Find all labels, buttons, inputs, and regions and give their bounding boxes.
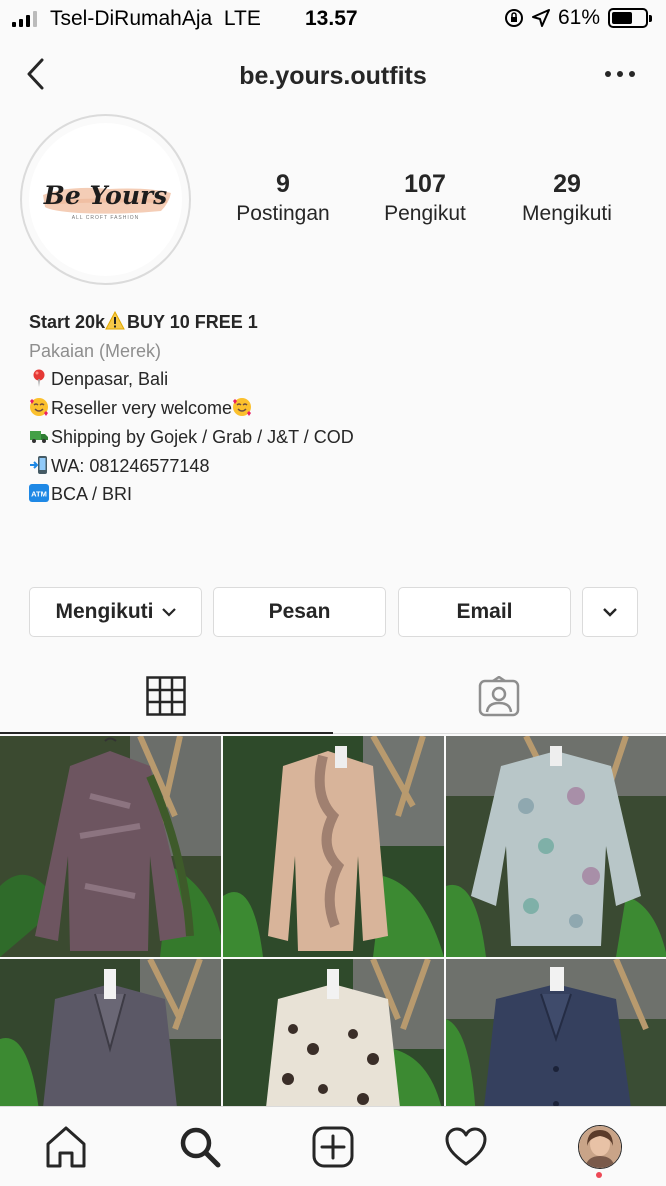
location-arrow-icon xyxy=(531,9,550,27)
logo-text: Be Yours xyxy=(43,181,168,210)
post-thumbnail[interactable] xyxy=(0,736,221,957)
tab-divider xyxy=(333,733,666,734)
battery-icon xyxy=(608,8,652,28)
page-title: be.yours.outfits xyxy=(239,62,427,90)
profile-tabs xyxy=(0,664,666,734)
stat-following-count: 29 xyxy=(553,170,581,198)
bio-reseller: Reseller very welcome xyxy=(29,394,649,423)
message-button-label: Pesan xyxy=(268,600,331,623)
stat-following-label: Mengikuti xyxy=(522,202,612,225)
brand-logo: Be Yours ALL CROFT FASHION xyxy=(29,123,182,276)
chevron-down-icon xyxy=(603,608,617,617)
notification-dot xyxy=(596,1172,602,1178)
post-thumbnail[interactable] xyxy=(0,959,221,1106)
active-tab-indicator xyxy=(0,732,333,734)
clock: 13.57 xyxy=(305,7,358,30)
profile-stats: 9 Postingan 107 Pengikut 29 Mengikuti xyxy=(208,170,648,240)
stat-posts-label: Postingan xyxy=(236,202,330,225)
warning-emoji-icon xyxy=(105,311,125,330)
pin-emoji-icon xyxy=(33,369,45,388)
signal-strength-icon xyxy=(12,11,37,27)
email-button-label: Email xyxy=(456,600,513,623)
svg-text:ATM: ATM xyxy=(31,490,47,499)
bio-bank: ATM BCA / BRI xyxy=(29,480,649,509)
post-thumbnail[interactable] xyxy=(446,736,666,957)
smiling-hearts-emoji-icon xyxy=(30,398,48,417)
status-bar: Tsel-DiRumahAja LTE 13.57 61% xyxy=(0,0,666,38)
stat-followers[interactable]: 107 Pengikut xyxy=(360,170,490,226)
search-icon[interactable] xyxy=(178,1125,222,1169)
chevron-down-icon xyxy=(161,608,176,617)
tagged-person-icon[interactable] xyxy=(478,676,520,718)
message-button[interactable]: Pesan xyxy=(213,587,386,637)
post-grid xyxy=(0,736,666,1106)
orientation-lock-icon xyxy=(504,9,523,27)
following-button-label: Mengikuti xyxy=(55,600,154,623)
battery-percent: 61% xyxy=(557,6,600,29)
carrier-label: Tsel-DiRumahAja LTE xyxy=(50,7,261,30)
add-post-icon[interactable] xyxy=(311,1125,355,1169)
profile-avatar[interactable]: Be Yours ALL CROFT FASHION xyxy=(20,114,191,285)
bio-shipping: Shipping by Gojek / Grab / J&T / COD xyxy=(29,423,649,452)
logo-subtext: ALL CROFT FASHION xyxy=(71,215,140,221)
battery-fill xyxy=(612,12,632,24)
bio-whatsapp[interactable]: WA: 081246577148 xyxy=(29,452,649,481)
home-icon[interactable] xyxy=(44,1125,88,1169)
stat-followers-label: Pengikut xyxy=(384,202,466,225)
post-thumbnail[interactable] xyxy=(223,736,444,957)
bio-headline: Start 20k BUY 10 FREE 1 xyxy=(29,311,258,332)
truck-emoji-icon xyxy=(30,430,48,443)
atm-emoji-icon: ATM xyxy=(29,484,49,503)
stat-followers-count: 107 xyxy=(404,170,446,198)
profile-bio: Start 20k BUY 10 FREE 1 Pakaian (Merek) D… xyxy=(29,308,649,509)
following-button[interactable]: Mengikuti xyxy=(29,587,202,637)
bio-category: Pakaian (Merek) xyxy=(29,340,162,361)
grid-icon[interactable] xyxy=(146,676,186,716)
phone-arrow-emoji-icon xyxy=(30,455,47,474)
bottom-navigation xyxy=(0,1106,666,1186)
bio-location: Denpasar, Bali xyxy=(29,365,649,394)
stat-following[interactable]: 29 Mengikuti xyxy=(502,170,632,226)
more-horizontal-icon[interactable] xyxy=(604,64,636,84)
profile-header: be.yours.outfits xyxy=(0,48,666,104)
status-right: 61% xyxy=(504,6,652,30)
suggested-accounts-button[interactable] xyxy=(582,587,638,637)
smiling-hearts-emoji-icon xyxy=(233,398,252,417)
chevron-left-icon[interactable] xyxy=(22,56,54,92)
post-thumbnail[interactable] xyxy=(446,959,666,1106)
stat-posts-count: 9 xyxy=(276,170,290,198)
email-button[interactable]: Email xyxy=(398,587,571,637)
profile-avatar[interactable] xyxy=(578,1125,622,1169)
stat-posts[interactable]: 9 Postingan xyxy=(218,170,348,226)
post-thumbnail[interactable] xyxy=(223,959,444,1106)
heart-icon[interactable] xyxy=(444,1125,488,1169)
